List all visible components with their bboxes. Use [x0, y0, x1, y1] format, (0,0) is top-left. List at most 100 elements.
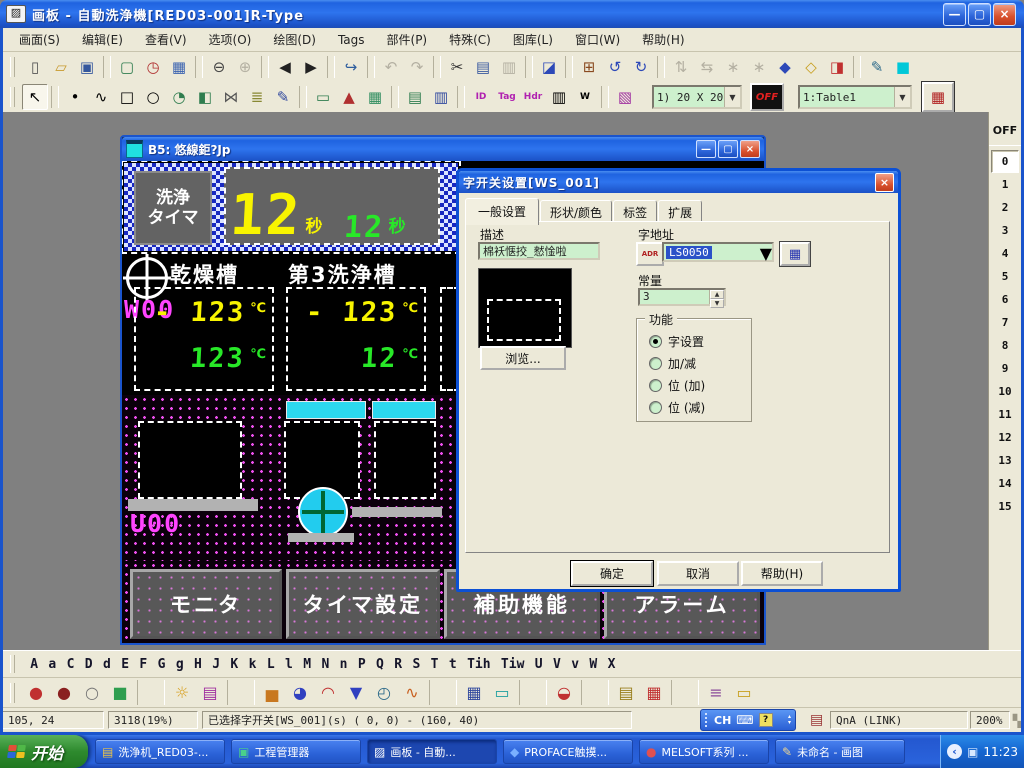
circle-tool[interactable]: ○	[140, 84, 166, 110]
task-melsoft-series[interactable]: ● MELSOFT系列 ...	[639, 739, 769, 764]
address-icon-button[interactable]: ADR	[636, 242, 664, 266]
spin-down-icon[interactable]: ▼	[710, 299, 724, 308]
hmi-word-switch-selected[interactable]: 12 秒 12 秒	[224, 167, 440, 245]
tag-toggle-button[interactable]: Tag	[494, 84, 520, 110]
hdr-toggle-button[interactable]: Hdr	[520, 84, 546, 110]
minimize-button[interactable]: —	[943, 3, 966, 26]
menu-item[interactable]: 画面(S)	[8, 29, 71, 50]
tag-letter-button[interactable]: d	[98, 657, 116, 672]
draw-pen-button[interactable]: ✎	[864, 54, 890, 80]
network-icon[interactable]: ▣	[967, 745, 978, 759]
tag-letter-button[interactable]: k	[243, 657, 261, 672]
process-tank[interactable]	[138, 421, 242, 499]
task-drawing-board[interactable]: ▨ 画板 - 自動...	[367, 739, 497, 764]
rect-tool[interactable]: □	[114, 84, 140, 110]
tag-letter-button[interactable]: J	[207, 657, 225, 672]
menu-item[interactable]: Tags	[327, 31, 376, 49]
menu-item[interactable]: 绘图(D)	[262, 29, 327, 50]
exit-editor-button[interactable]: ↪	[338, 54, 364, 80]
tag-letter-button[interactable]: v	[566, 657, 584, 672]
wireframe-toggle[interactable]: W	[572, 84, 598, 110]
state-button[interactable]: 9	[991, 357, 1019, 380]
tank2-title[interactable]: 第3洗浄槽	[288, 259, 397, 289]
select-tool[interactable]: ↖	[22, 84, 48, 110]
tag-letter-button[interactable]: L	[262, 657, 280, 672]
pump-icon[interactable]	[298, 487, 348, 537]
attribute-change-button[interactable]: ◨	[824, 54, 850, 80]
tag-letter-button[interactable]: g	[171, 657, 189, 672]
tag-letter-button[interactable]: M	[298, 657, 316, 672]
eraser-button[interactable]: ◪	[536, 54, 562, 80]
bring-to-front-button[interactable]: ◆	[772, 54, 798, 80]
radio-bit-sub[interactable]: 位 (减)	[649, 399, 705, 416]
menu-item[interactable]: 部件(P)	[376, 29, 439, 50]
v-image-toggle[interactable]: ▧	[612, 84, 638, 110]
radio-bit-add[interactable]: 位 (加)	[649, 377, 705, 394]
menu-item[interactable]: 查看(V)	[134, 29, 198, 50]
call-screen-tool[interactable]: ▭	[310, 84, 336, 110]
polygon-tool[interactable]: ⋈	[218, 84, 244, 110]
screen-list-button[interactable]: ▢	[114, 54, 140, 80]
menu-item[interactable]: 选项(O)	[198, 29, 263, 50]
new-file-button[interactable]: ▯	[22, 54, 48, 80]
state-button[interactable]: 5	[991, 265, 1019, 288]
tray-chevron-icon[interactable]: ‹	[947, 744, 962, 759]
tag-letter-button[interactable]: E	[116, 657, 134, 672]
chevron-down-icon[interactable]: ▼	[894, 87, 910, 107]
rotate-right-button[interactable]: ↻	[628, 54, 654, 80]
tank-graph-part[interactable]: ▼	[342, 679, 370, 706]
keypad-part[interactable]: ▦	[460, 679, 488, 706]
logging-part[interactable]: ≡	[702, 679, 730, 706]
open-file-button[interactable]: ▱	[48, 54, 74, 80]
tag-letter-button[interactable]: U	[530, 657, 548, 672]
state-button[interactable]: 13	[991, 449, 1019, 472]
ime-help-icon[interactable]: ?	[759, 713, 773, 727]
tag-letter-button[interactable]: R	[389, 657, 407, 672]
id-toggle-button[interactable]: ID	[468, 84, 494, 110]
tag-letter-button[interactable]: D	[80, 657, 98, 672]
tag-letter-button[interactable]: K	[225, 657, 243, 672]
state-button[interactable]: 1	[991, 173, 1019, 196]
tag-letter-button[interactable]: F	[134, 657, 152, 672]
task-proface-touch[interactable]: ◆ PROFACE触摸...	[503, 739, 633, 764]
word-address-combo[interactable]: LS0050 ▼	[662, 242, 774, 262]
ok-button[interactable]: 确定	[571, 561, 653, 586]
state-button[interactable]: 0	[991, 150, 1019, 173]
save-button[interactable]: ▣	[74, 54, 100, 80]
tag-letter-button[interactable]: T	[425, 657, 443, 672]
zoom-out-button[interactable]: ⊖	[206, 54, 232, 80]
tag-letter-button[interactable]: Q	[371, 657, 389, 672]
tag-letter-button[interactable]: Tih	[462, 657, 496, 672]
preview-button[interactable]: ▦	[166, 54, 192, 80]
tank2-temp-box[interactable]: - 123℃ 12℃	[286, 287, 426, 391]
mark-call-tool[interactable]: ▲	[336, 84, 362, 110]
state-button[interactable]: 8	[991, 334, 1019, 357]
comment-marker-part[interactable]: ▭	[730, 679, 758, 706]
address-keypad-button[interactable]: ▦	[780, 242, 810, 266]
close-button[interactable]: ×	[993, 3, 1016, 26]
hmi-button-timer-setting[interactable]: タイマ設定	[286, 569, 440, 639]
half-graph-part[interactable]: ◠	[314, 679, 342, 706]
tag-letter-button[interactable]: A	[25, 657, 43, 672]
restore-button[interactable]: ▢	[968, 3, 991, 26]
chevron-down-icon[interactable]: ▼	[760, 244, 772, 260]
hmi-timer-label[interactable]: 洗浄 タイマ	[134, 171, 212, 245]
state-button[interactable]: 4	[991, 242, 1019, 265]
task-project-manager[interactable]: ▣ 工程管理器	[231, 739, 361, 764]
state-button[interactable]: 11	[991, 403, 1019, 426]
child-maximize-button[interactable]: ▢	[718, 140, 738, 158]
tank1-title[interactable]: 乾燥槽	[170, 259, 239, 289]
rotate-left-button[interactable]: ↺	[602, 54, 628, 80]
state-button[interactable]: 6	[991, 288, 1019, 311]
alarm-lamp-part[interactable]: ◒	[550, 679, 578, 706]
language-bar[interactable]: CH ⌨ ? ▴▾	[700, 709, 796, 731]
task-paint[interactable]: ✎ 未命名 - 画图	[775, 739, 905, 764]
start-button[interactable]: 开始	[0, 735, 88, 768]
tank1-temp-box[interactable]: - 123℃ 123℃	[134, 287, 274, 391]
state-button[interactable]: 14	[991, 472, 1019, 495]
library-save-button[interactable]: ▤	[402, 84, 428, 110]
description-input[interactable]: 棉袄惬挍_憖惍啦	[478, 242, 600, 260]
fill-tool[interactable]: ◧	[192, 84, 218, 110]
dialog-titlebar[interactable]: 字开关设置[WS_001] ×	[459, 171, 898, 193]
tag-letter-button[interactable]: a	[43, 657, 61, 672]
